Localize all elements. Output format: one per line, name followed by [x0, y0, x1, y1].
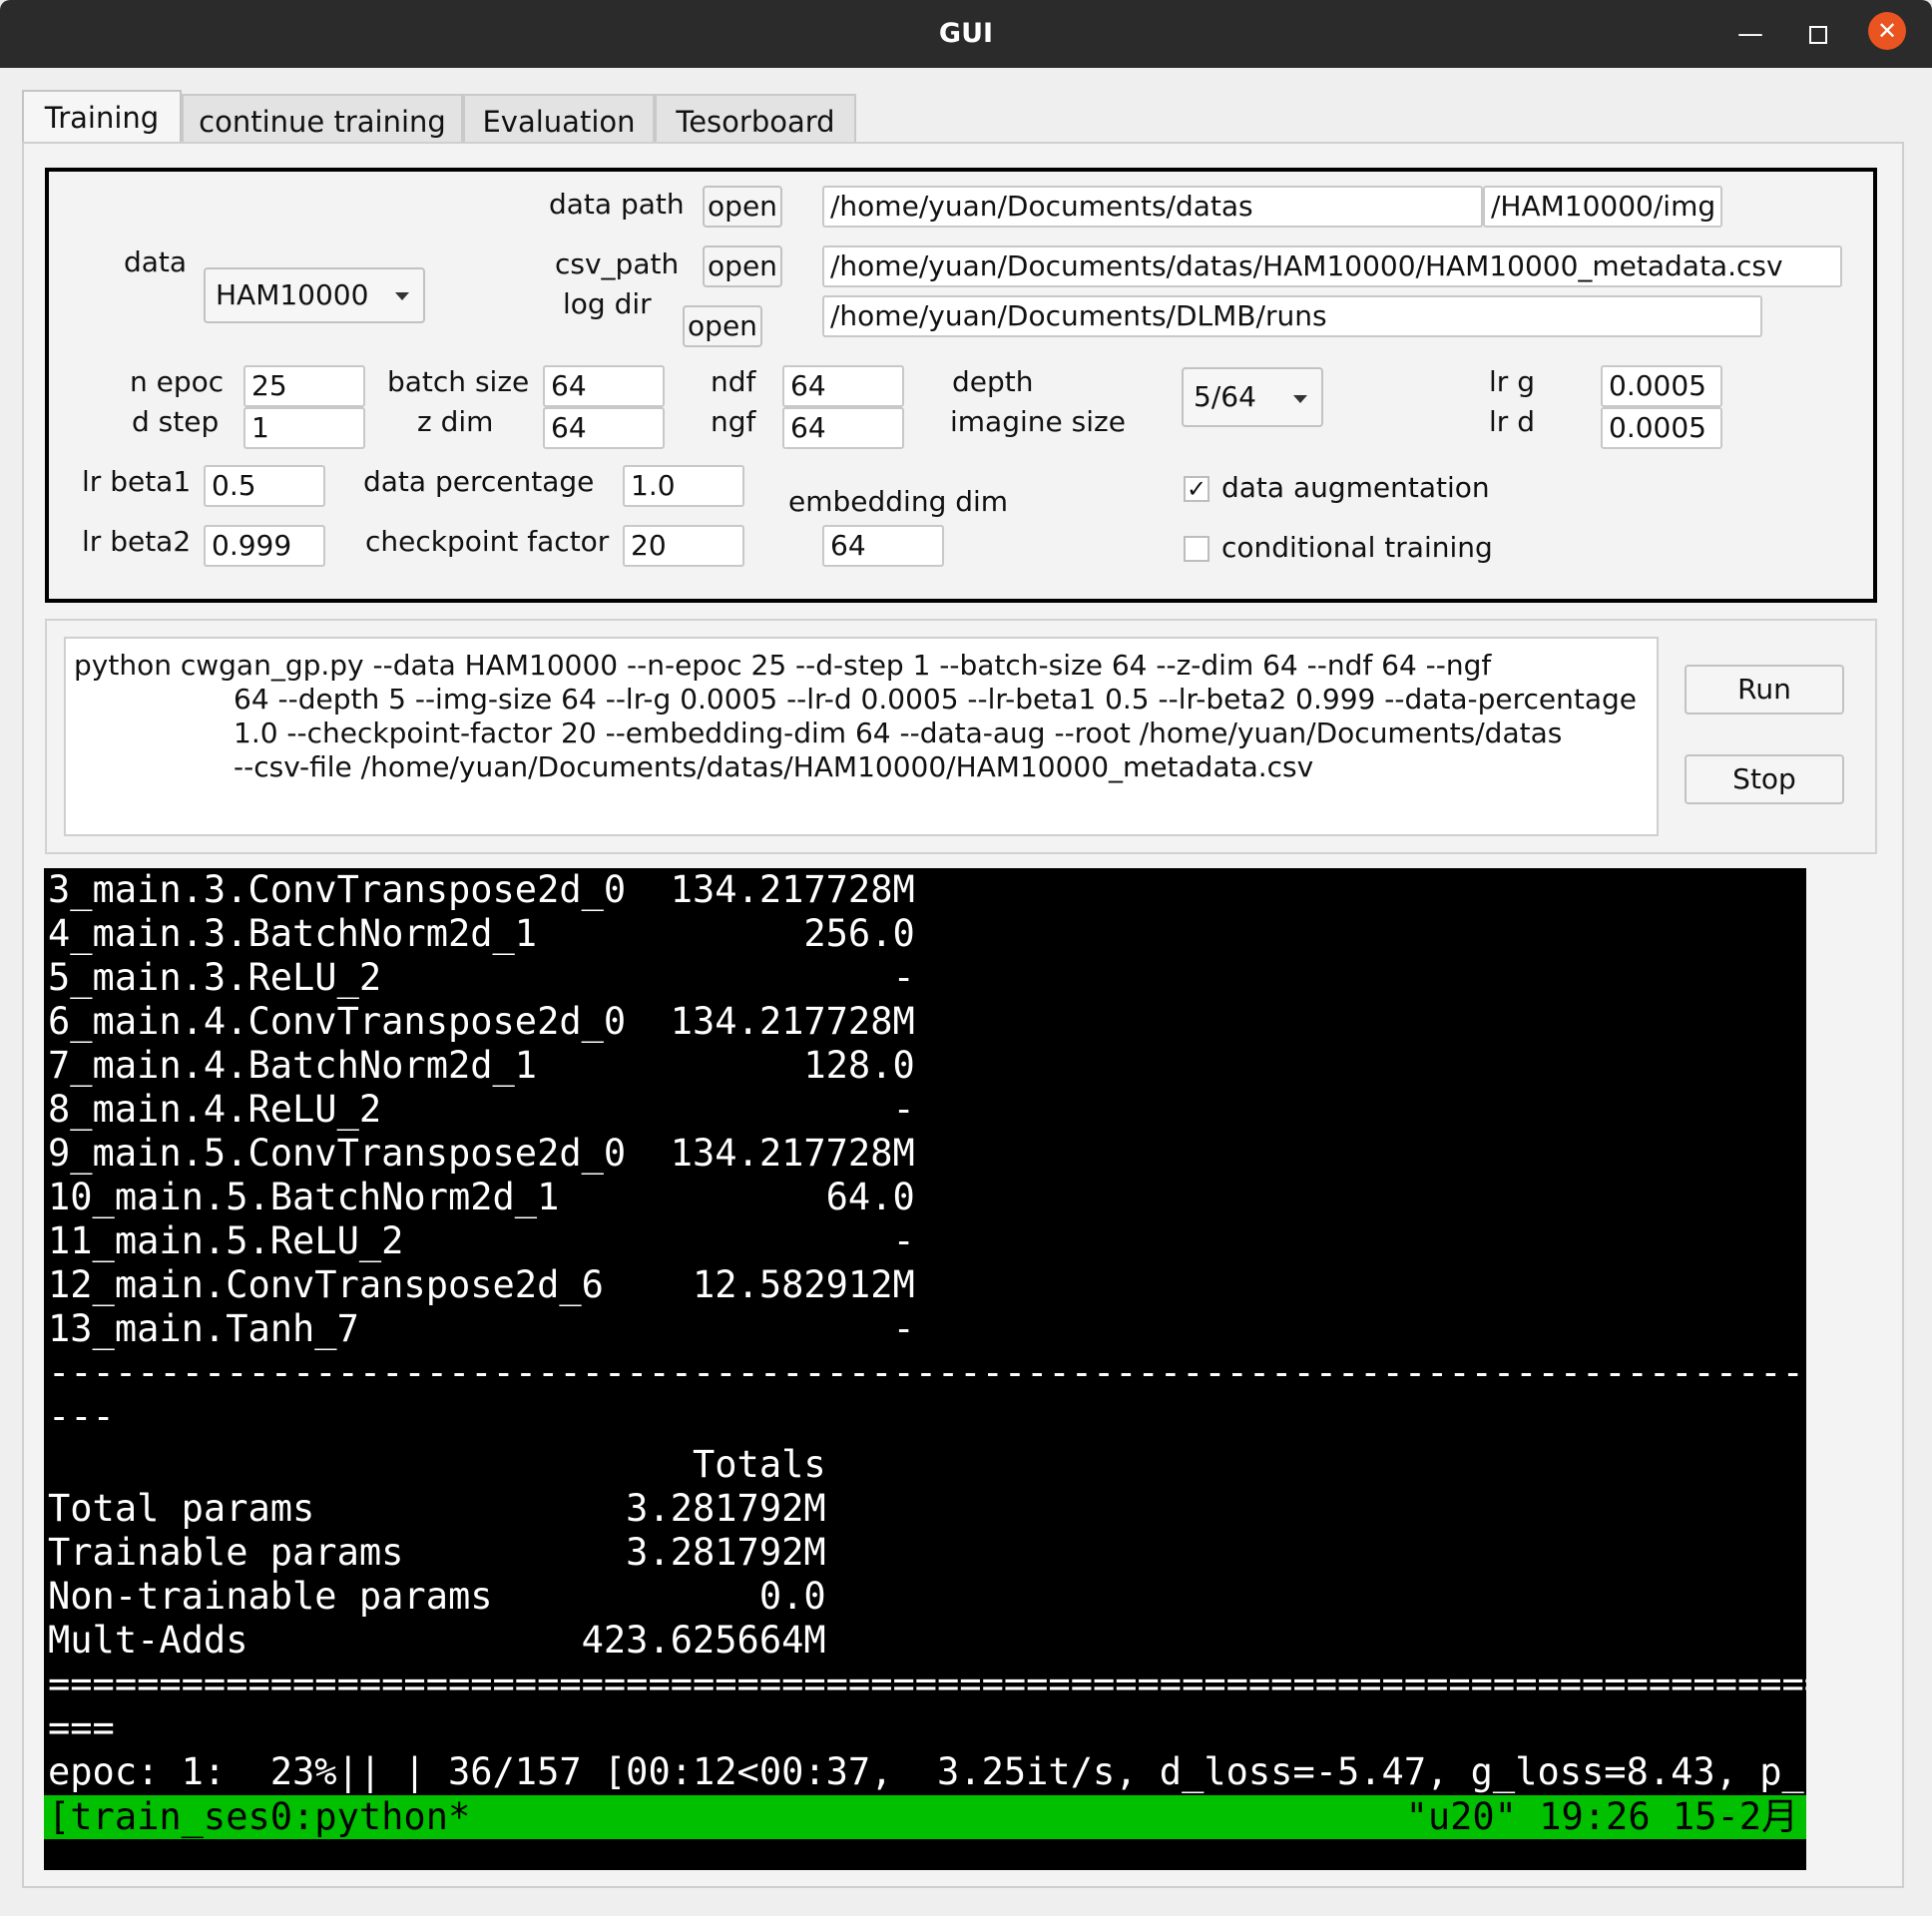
terminal-line: Trainable params 3.281792M — [48, 1531, 826, 1574]
batch-size-label: batch size — [387, 365, 530, 398]
data-augmentation-label: data augmentation — [1221, 471, 1490, 504]
command-line: 64 --depth 5 --img-size 64 --lr-g 0.0005… — [234, 683, 1638, 716]
lr-g-label: lr g — [1489, 365, 1535, 398]
terminal-line: ----------------------------------------… — [48, 1351, 1806, 1394]
command-line: 1.0 --checkpoint-factor 20 --embedding-d… — [234, 717, 1563, 749]
data-select-value: HAM10000 — [216, 278, 369, 311]
lr-beta2-input[interactable]: 0.999 — [204, 525, 325, 567]
n-epoc-label: n epoc — [130, 365, 225, 398]
terminal-output[interactable]: 3_main.3.ConvTranspose2d_0 134.217728M 4… — [44, 868, 1806, 1870]
terminal-line: 9_main.5.ConvTranspose2d_0 134.217728M — [48, 1132, 915, 1175]
csv-path-label: csv_path — [555, 247, 680, 280]
terminal-line: 4_main.3.BatchNorm2d_1 256.0 — [48, 912, 915, 955]
terminal-line: --- — [48, 1395, 115, 1438]
terminal-line: 3_main.3.ConvTranspose2d_0 134.217728M — [48, 868, 915, 911]
ngf-label: ngf — [711, 405, 756, 438]
ngf-input[interactable]: 64 — [782, 407, 904, 449]
terminal-line: 8_main.4.ReLU_2 - — [48, 1088, 915, 1131]
conditional-training-label: conditional training — [1221, 531, 1493, 564]
terminal-line: 12_main.ConvTranspose2d_6 12.582912M — [48, 1263, 915, 1306]
tab-tesorboard[interactable]: Tesorboard — [655, 94, 856, 144]
embedding-dim-input[interactable]: 64 — [822, 525, 944, 567]
chevron-down-icon — [395, 292, 409, 300]
z-dim-label: z dim — [417, 405, 494, 438]
tab-continue-training[interactable]: continue training — [182, 94, 463, 144]
data-percentage-input[interactable]: 1.0 — [623, 465, 744, 507]
data-path-input[interactable]: /home/yuan/Documents/datas — [822, 186, 1483, 228]
terminal-line: Mult-Adds 423.625664M — [48, 1619, 826, 1662]
data-augmentation-checkbox[interactable]: ✓ — [1184, 476, 1209, 502]
n-epoc-input[interactable]: 25 — [243, 365, 365, 407]
data-percentage-label: data percentage — [363, 465, 595, 498]
close-icon[interactable]: ✕ — [1868, 12, 1906, 50]
depth-select[interactable]: 5/64 — [1182, 367, 1323, 427]
lr-beta1-label: lr beta1 — [82, 465, 192, 498]
csv-path-input[interactable]: /home/yuan/Documents/datas/HAM10000/HAM1… — [822, 245, 1842, 287]
ndf-label: ndf — [711, 365, 756, 398]
terminal-line: 5_main.3.ReLU_2 - — [48, 956, 915, 999]
log-dir-open-button[interactable]: open — [683, 305, 762, 347]
z-dim-input[interactable]: 64 — [543, 407, 665, 449]
terminal-line: 7_main.4.BatchNorm2d_1 128.0 — [48, 1044, 915, 1087]
log-dir-label: log dir — [563, 287, 652, 320]
embedding-dim-label: embedding dim — [788, 485, 1009, 518]
status-right: "u20" 19:26 15-2月 — [1405, 1795, 1798, 1838]
d-step-label: d step — [132, 405, 220, 438]
chevron-down-icon — [1293, 395, 1307, 403]
lr-beta2-label: lr beta2 — [82, 525, 192, 558]
data-label: data — [124, 245, 188, 278]
terminal-line: 10_main.5.BatchNorm2d_1 64.0 — [48, 1176, 915, 1218]
status-left: [train_ses0:python* — [48, 1795, 471, 1838]
terminal-line: epoc: 1: 23%|| | 36/157 [00:12<00:37, 3.… — [48, 1750, 1806, 1793]
lr-d-input[interactable]: 0.0005 — [1601, 407, 1722, 449]
depth-label: depth — [952, 365, 1034, 398]
conditional-training-checkbox[interactable] — [1184, 536, 1209, 562]
csv-path-open-button[interactable]: open — [703, 245, 782, 287]
checkpoint-factor-input[interactable]: 20 — [623, 525, 744, 567]
checkpoint-factor-label: checkpoint factor — [365, 525, 610, 558]
minimize-icon[interactable]: — — [1730, 14, 1770, 54]
run-button[interactable]: Run — [1685, 665, 1844, 715]
tmux-status-bar: [train_ses0:python* "u20" 19:26 15-2月 — [44, 1795, 1806, 1839]
tab-evaluation[interactable]: Evaluation — [463, 94, 655, 144]
depth-select-value: 5/64 — [1194, 380, 1256, 413]
log-dir-input[interactable]: /home/yuan/Documents/DLMB/runs — [822, 295, 1762, 337]
data-path-open-button[interactable]: open — [703, 186, 782, 228]
command-line: python cwgan_gp.py --data HAM10000 --n-e… — [74, 649, 1492, 682]
d-step-input[interactable]: 1 — [243, 407, 365, 449]
tab-training[interactable]: Training — [22, 90, 182, 144]
data-subpath-input[interactable]: /HAM10000/img — [1483, 186, 1722, 228]
terminal-line: 11_main.5.ReLU_2 - — [48, 1219, 915, 1262]
terminal-line: Total params 3.281792M — [48, 1487, 826, 1530]
lr-beta1-input[interactable]: 0.5 — [204, 465, 325, 507]
command-line: --csv-file /home/yuan/Documents/datas/HA… — [234, 750, 1314, 783]
ndf-input[interactable]: 64 — [782, 365, 904, 407]
batch-size-input[interactable]: 64 — [543, 365, 665, 407]
lr-d-label: lr d — [1489, 405, 1535, 438]
data-path-label: data path — [549, 188, 685, 221]
terminal-line: 13_main.Tanh_7 - — [48, 1307, 915, 1350]
lr-g-input[interactable]: 0.0005 — [1601, 365, 1722, 407]
maximize-icon[interactable] — [1798, 14, 1838, 54]
imagine-size-label: imagine size — [950, 405, 1126, 438]
terminal-line: 6_main.4.ConvTranspose2d_0 134.217728M — [48, 1000, 915, 1043]
terminal-line: ========================================… — [48, 1663, 1806, 1705]
terminal-line: Totals — [48, 1443, 826, 1486]
terminal-line: === — [48, 1706, 115, 1749]
stop-button[interactable]: Stop — [1685, 754, 1844, 804]
data-select[interactable]: HAM10000 — [204, 267, 425, 323]
window-title: GUI — [938, 18, 994, 49]
terminal-line: Non-trainable params 0.0 — [48, 1575, 826, 1618]
